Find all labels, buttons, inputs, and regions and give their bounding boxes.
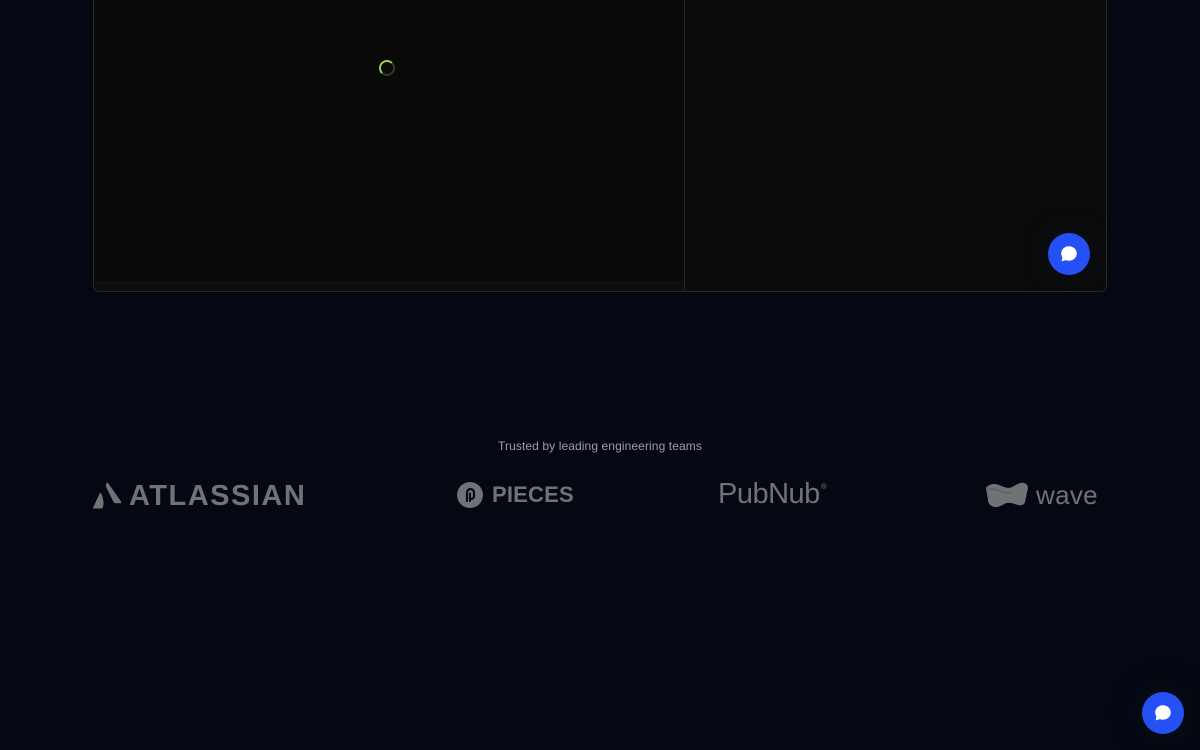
- atlassian-logo: ATLASSIAN: [93, 480, 306, 512]
- pieces-logo: PIECES: [456, 480, 574, 510]
- chat-button[interactable]: [1048, 233, 1090, 275]
- chat-bubble-icon: [1155, 705, 1171, 721]
- trusted-by-heading: Trusted by leading engineering teams: [498, 439, 702, 453]
- pubnub-wordmark: PubNub: [718, 477, 820, 510]
- chat-bubble-icon: [1061, 246, 1077, 262]
- atlassian-triangle-icon: [93, 482, 121, 509]
- demo-editor-pane: [94, 0, 685, 291]
- registered-mark: ®: [820, 482, 827, 491]
- demo-editor-footer: [94, 282, 684, 291]
- wave-mark-icon: [986, 482, 1028, 508]
- pieces-circle-icon: [457, 482, 483, 508]
- wave-wordmark: wave: [1036, 479, 1098, 510]
- demo-panel: [93, 0, 1107, 292]
- pieces-wordmark: PIECES: [492, 482, 574, 507]
- loading-spinner-icon: [379, 60, 395, 76]
- floating-chat-button[interactable]: [1142, 692, 1184, 734]
- atlassian-wordmark: ATLASSIAN: [129, 479, 307, 512]
- wave-logo: wave: [984, 480, 1098, 510]
- pubnub-logo: PubNub ®: [718, 478, 827, 510]
- demo-preview-pane: [685, 0, 1106, 291]
- page: Trusted by leading engineering teams ATL…: [0, 0, 1200, 750]
